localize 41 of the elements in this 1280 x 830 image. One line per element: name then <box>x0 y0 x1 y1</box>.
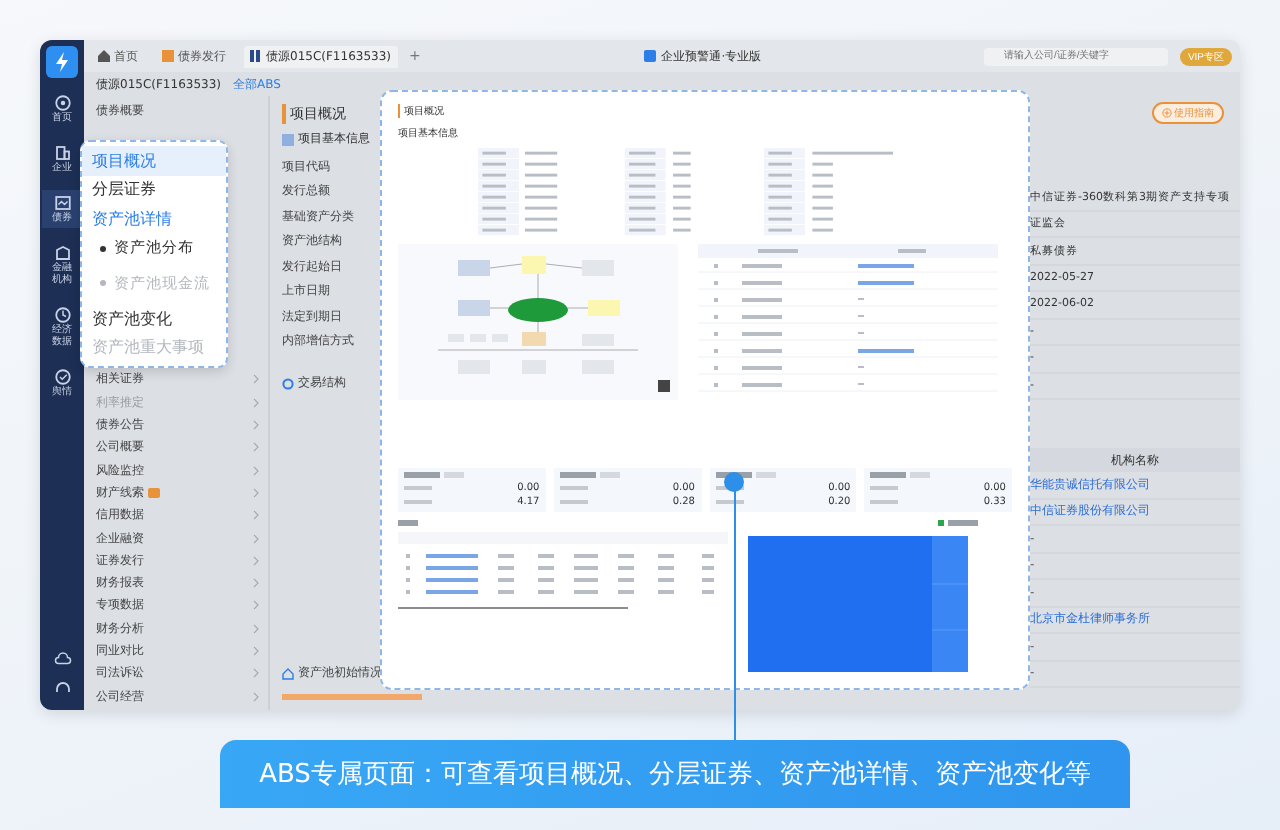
chevron-icon <box>252 397 260 408</box>
house-icon <box>98 50 110 62</box>
app-logo-icon <box>643 50 656 62</box>
chevron-icon <box>252 691 260 702</box>
tranche-name-drawing <box>559 472 620 480</box>
label-drawing <box>715 499 743 505</box>
clock-icon <box>53 306 71 324</box>
label-drawing <box>870 499 899 505</box>
label-drawing <box>404 499 432 505</box>
network-icon <box>282 377 294 389</box>
target-icon <box>53 94 71 112</box>
building-icon <box>53 144 71 162</box>
menu-item[interactable]: 资产池详情 <box>82 204 226 234</box>
bars-icon <box>250 50 262 62</box>
bullet-icon <box>100 280 106 287</box>
chevron-icon <box>252 646 260 656</box>
shield-icon <box>53 368 71 386</box>
tranche-name-drawing <box>404 472 464 480</box>
square-icon <box>162 50 174 62</box>
plus-circle-icon <box>1162 108 1172 119</box>
label-drawing <box>559 485 588 491</box>
bullet-icon <box>100 245 106 252</box>
table-icon <box>282 133 294 145</box>
note-text-drawing <box>282 694 422 702</box>
chevron-icon <box>252 510 260 521</box>
chart-icon <box>53 194 71 212</box>
menu-item[interactable]: 项目概况 <box>82 146 226 176</box>
label-drawing <box>404 485 432 491</box>
chevron-icon <box>252 623 260 634</box>
menu-item[interactable]: 分层证券 <box>82 175 226 205</box>
caption-banner: ABS专属页面：可查看项目概况、分层证券、资产池详情、资产池变化等 <box>220 740 1130 808</box>
flag-icon <box>148 487 160 498</box>
tranche-name-drawing <box>870 472 931 480</box>
chevron-icon <box>252 668 260 679</box>
cloud-icon[interactable] <box>53 650 71 668</box>
label-drawing <box>559 499 588 505</box>
house-icon <box>282 667 294 679</box>
label-drawing <box>870 485 899 491</box>
chevron-icon <box>252 374 260 385</box>
menu-item[interactable]: 资产池变化 <box>82 303 226 334</box>
app-logo[interactable] <box>46 46 78 78</box>
